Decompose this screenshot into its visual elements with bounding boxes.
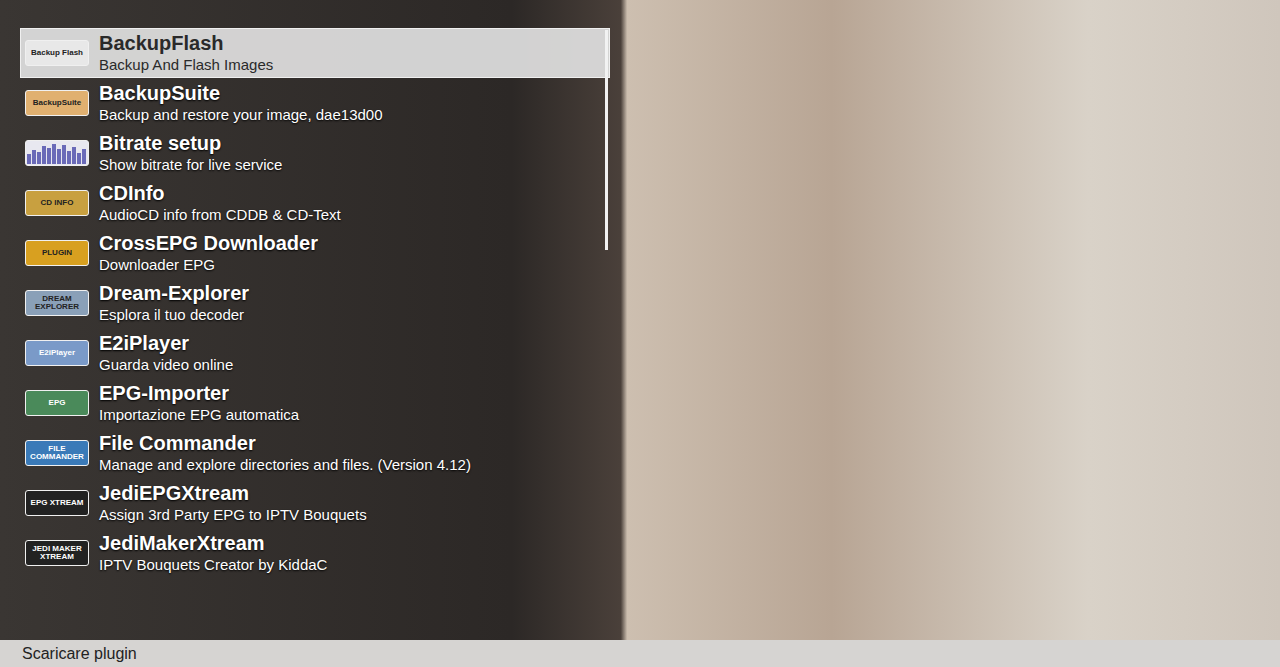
plugin-description: Importazione EPG automatica (99, 405, 299, 424)
plugin-name: BackupSuite (99, 82, 383, 105)
plugin-row[interactable]: CD INFO CDInfoAudioCD info from CDDB & CD… (20, 178, 610, 228)
plugin-icon: Backup Flash (25, 40, 89, 66)
plugin-row[interactable]: FILE COMMANDER File CommanderManage and e… (20, 428, 610, 478)
plugin-icon: PLUGIN (25, 240, 89, 266)
plugin-row[interactable]: Bitrate setupShow bitrate for live servi… (20, 128, 610, 178)
plugin-description: Esplora il tuo decoder (99, 305, 249, 324)
plugin-name: File Commander (99, 432, 471, 455)
plugin-name: BackupFlash (99, 32, 273, 55)
plugin-name: Bitrate setup (99, 132, 282, 155)
plugin-icon: EPG XTREAM (25, 490, 89, 516)
plugin-row[interactable]: BackupSuiteBackupSuiteBackup and restore… (20, 78, 610, 128)
plugin-row[interactable]: EPG XTREAM JediEPGXtreamAssign 3rd Party … (20, 478, 610, 528)
plugin-icon: DREAM EXPLORER (25, 290, 89, 316)
plugin-description: Manage and explore directories and files… (99, 455, 471, 474)
plugin-row[interactable]: DREAM EXPLORER Dream-ExplorerEsplora il t… (20, 278, 610, 328)
plugin-name: CDInfo (99, 182, 341, 205)
bitrate-icon (25, 140, 89, 166)
plugin-name: Dream-Explorer (99, 282, 249, 305)
plugin-icon: E2iPlayer (25, 340, 89, 366)
plugin-name: CrossEPG Downloader (99, 232, 318, 255)
plugin-description: IPTV Bouquets Creator by KiddaC (99, 555, 327, 574)
plugin-icon: JEDI MAKER XTREAM (25, 540, 89, 566)
plugin-menu: Backup Flash BackupFlashBackup And Flash … (20, 28, 628, 640)
plugin-name: JediEPGXtream (99, 482, 367, 505)
plugin-description: Show bitrate for live service (99, 155, 282, 174)
plugin-name: EPG-Importer (99, 382, 299, 405)
plugin-name: JediMakerXtream (99, 532, 327, 555)
plugin-description: Guarda video online (99, 355, 233, 374)
scrollbar[interactable] (605, 30, 608, 640)
status-bar: Scaricare plugin (0, 640, 1280, 667)
plugin-description: AudioCD info from CDDB & CD-Text (99, 205, 341, 224)
plugin-row[interactable]: JEDI MAKER XTREAM JediMakerXtreamIPTV Bou… (20, 528, 610, 578)
plugin-row[interactable]: PLUGIN CrossEPG DownloaderDownloader EPG (20, 228, 610, 278)
plugin-description: Backup and restore your image, dae13d00 (99, 105, 383, 124)
tv-screen: Backup Flash BackupFlashBackup And Flash … (0, 0, 1280, 667)
scrollbar-thumb[interactable] (605, 30, 608, 250)
plugin-icon: EPG (25, 390, 89, 416)
plugin-description: Assign 3rd Party EPG to IPTV Bouquets (99, 505, 367, 524)
plugin-icon: CD INFO (25, 190, 89, 216)
screen-area: Backup Flash BackupFlashBackup And Flash … (0, 0, 1280, 640)
plugin-row[interactable]: EPG EPG-ImporterImportazione EPG automati… (20, 378, 610, 428)
plugin-icon: BackupSuite (25, 90, 89, 116)
plugin-description: Downloader EPG (99, 255, 318, 274)
plugin-row[interactable]: Backup Flash BackupFlashBackup And Flash … (20, 28, 610, 78)
plugin-description: Backup And Flash Images (99, 55, 273, 74)
plugin-row[interactable]: E2iPlayerE2iPlayerGuarda video online (20, 328, 610, 378)
plugin-name: E2iPlayer (99, 332, 233, 355)
plugin-icon: FILE COMMANDER (25, 440, 89, 466)
